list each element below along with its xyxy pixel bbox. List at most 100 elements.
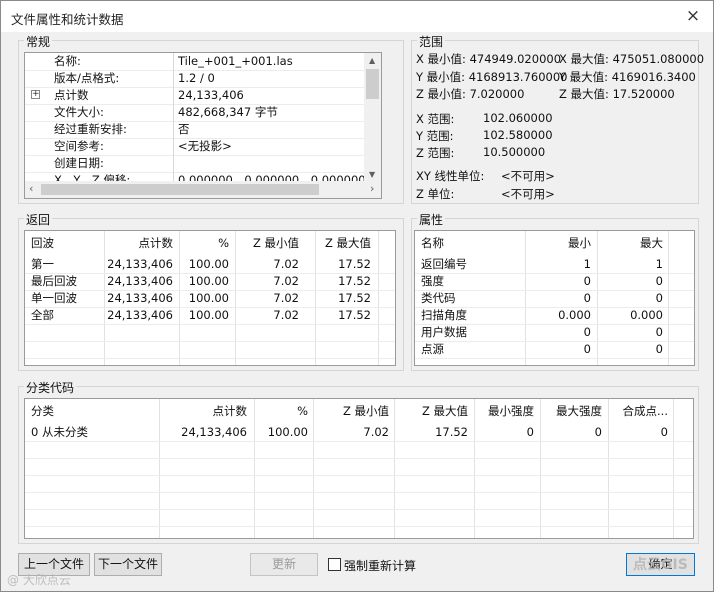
column-header[interactable]: Z 最小值 <box>315 403 389 420</box>
window-title: 文件属性和统计数据 <box>11 12 124 27</box>
z-max: Z 最大值: 17.520000 <box>559 87 675 101</box>
file-properties-dialog: 文件属性和统计数据 × 常规 名称: Tile_+001_+001.las 版本/点… <box>0 0 714 592</box>
x-range-value: 102.060000 <box>483 111 553 125</box>
property-value: 1.2 / 0 <box>178 71 215 85</box>
scroll-down-icon[interactable]: ▼ <box>369 170 375 180</box>
z-unit-label: Z 单位: <box>416 187 455 201</box>
column-header[interactable]: 最小 <box>527 235 591 252</box>
column-divider <box>313 399 314 538</box>
table-cell: 点源 <box>421 342 444 356</box>
column-header[interactable]: % <box>256 403 308 420</box>
table-cell: 用户数据 <box>421 325 467 339</box>
row-divider <box>25 492 693 493</box>
table-cell: 7.02 <box>273 274 299 288</box>
table-cell: 24,133,406 <box>181 425 247 439</box>
returns-group: 返回 回波 点计数% Z 最小值 Z 最大值 第一 24,133,406 100.00 7.0… <box>18 211 404 371</box>
returns-table[interactable]: 回波 点计数% Z 最小值 Z 最大值 第一 24,133,406 100.00 7.02 17… <box>24 230 396 366</box>
table-cell: 类代码 <box>421 291 456 305</box>
range-group-label: 范围 <box>417 33 446 50</box>
column-header[interactable]: 最大 <box>599 235 663 252</box>
column-divider <box>159 399 160 538</box>
attributes-table[interactable]: 名称 最小 最大 返回编号 1 1 强度 0 0 类代码 0 0 扫描角度 0.000 0.000 用户数据 0… <box>414 230 695 366</box>
table-cell: 100.00 <box>267 425 308 439</box>
property-row[interactable]: + 点计数 24,133,406 <box>25 87 381 104</box>
row-divider <box>25 458 693 459</box>
row-divider <box>25 358 395 359</box>
table-cell: 0 <box>655 342 663 356</box>
property-name: 点计数 <box>54 88 89 102</box>
scroll-up-icon[interactable]: ▲ <box>369 56 375 66</box>
column-divider <box>173 53 174 183</box>
table-cell: 17.52 <box>338 308 371 322</box>
table-cell: 最后回波 <box>31 274 77 288</box>
hscrollbar-thumb[interactable] <box>41 184 319 195</box>
attributes-group: 属性 名称 最小 最大 返回编号 1 1 强度 0 0 类代码 0 0 扫描角度 0.000 0.000 用户… <box>411 211 699 371</box>
table-cell: 全部 <box>31 308 54 322</box>
column-divider <box>235 231 236 365</box>
property-value: 24,133,406 <box>178 88 244 102</box>
column-header[interactable]: Z 最大值 <box>396 403 468 420</box>
close-icon[interactable]: × <box>683 5 703 27</box>
property-name: 空间参考: <box>54 139 104 153</box>
vertical-scrollbar[interactable]: ▲ ▼ <box>364 53 381 183</box>
column-divider <box>608 399 609 538</box>
table-cell: 0 <box>655 325 663 339</box>
column-header[interactable]: 分类 <box>31 403 151 420</box>
table-cell: 7.02 <box>273 257 299 271</box>
table-cell: 24,133,406 <box>107 291 173 305</box>
property-name: 经过重新安排: <box>54 122 127 136</box>
property-value: Tile_+001_+001.las <box>178 54 293 68</box>
row-divider <box>25 509 693 510</box>
column-header[interactable]: 回波 <box>31 235 101 252</box>
table-cell: 100.00 <box>188 257 229 271</box>
table-cell: 0 <box>583 325 591 339</box>
column-header[interactable]: 点计数 <box>161 403 248 420</box>
xy-unit-label: XY 线性单位: <box>416 169 485 183</box>
expand-icon[interactable]: + <box>31 90 40 99</box>
column-divider <box>673 399 674 538</box>
y-range-label: Y 范围: <box>416 129 454 143</box>
property-value: 482,668,347 字节 <box>178 105 278 119</box>
property-row[interactable]: 版本/点格式: 1.2 / 0 <box>25 70 381 87</box>
table-cell: 0.000 <box>558 308 591 322</box>
column-header[interactable]: 名称 <box>421 235 501 252</box>
table-cell: 0 <box>655 274 663 288</box>
property-row[interactable]: 空间参考: <无投影> <box>25 138 381 155</box>
table-cell: 1 <box>583 257 591 271</box>
row-divider <box>415 358 694 359</box>
column-header[interactable]: Z 最小值 <box>237 235 299 252</box>
column-header[interactable]: 合成点... <box>610 403 668 420</box>
column-header[interactable]: 最小强度 <box>476 403 534 420</box>
properties-grid[interactable]: 名称: Tile_+001_+001.las 版本/点格式: 1.2 / 0 + 点计数 2… <box>24 52 382 199</box>
column-header[interactable]: Z 最大值 <box>317 235 371 252</box>
scrollbar-thumb[interactable] <box>366 69 379 99</box>
next-file-button[interactable]: 下一个文件 <box>94 553 162 576</box>
property-row[interactable]: 文件大小: 482,668,347 字节 <box>25 104 381 121</box>
column-header[interactable]: 最大强度 <box>542 403 602 420</box>
force-recalc-checkbox[interactable] <box>328 558 341 571</box>
row-divider <box>25 441 693 442</box>
column-divider <box>540 399 541 538</box>
classification-table[interactable]: 分类 点计数% Z 最小值 Z 最大值 最小强度 最大强度 合成点... 0 从未分类 24,1… <box>24 398 694 539</box>
property-name: 版本/点格式: <box>54 71 120 85</box>
column-header[interactable]: 点计数 <box>107 235 174 252</box>
table-cell: 17.52 <box>338 274 371 288</box>
column-divider <box>474 399 475 538</box>
property-row[interactable]: 创建日期: <box>25 155 381 172</box>
update-button[interactable]: 更新 <box>250 553 318 576</box>
horizontal-scrollbar[interactable]: ‹ › <box>25 181 381 198</box>
general-group: 常规 名称: Tile_+001_+001.las 版本/点格式: 1.2 / 0 + 点… <box>18 33 404 204</box>
property-row[interactable]: 经过重新安排: 否 <box>25 121 381 138</box>
watermark-right: 点云GIS <box>633 557 688 573</box>
table-cell: 100.00 <box>188 308 229 322</box>
table-cell: 0 <box>583 274 591 288</box>
scroll-left-icon[interactable]: ‹ <box>29 183 33 194</box>
classification-group: 分类代码 分类 点计数% Z 最小值 Z 最大值 最小强度 最大强度 合成点... 0 从未分… <box>18 379 699 544</box>
force-recalc-label[interactable]: 强制重新计算 <box>344 557 416 574</box>
column-divider <box>179 231 180 365</box>
general-group-label: 常规 <box>24 33 53 50</box>
column-header[interactable]: % <box>181 235 229 252</box>
property-row[interactable]: 名称: Tile_+001_+001.las <box>25 53 381 70</box>
property-name: 创建日期: <box>54 156 104 170</box>
scroll-right-icon[interactable]: › <box>370 183 374 194</box>
